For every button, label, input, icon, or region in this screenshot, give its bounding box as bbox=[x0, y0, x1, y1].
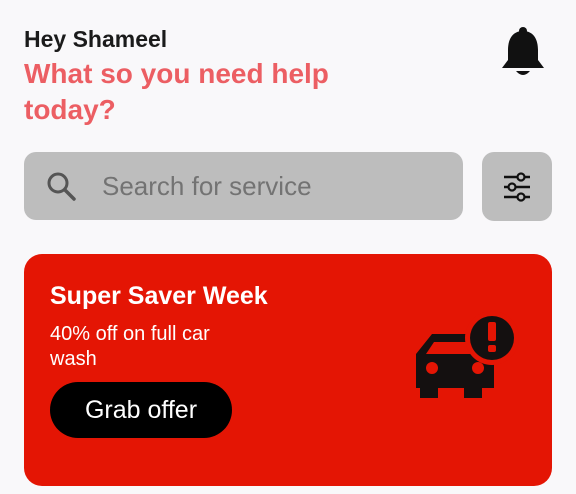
search-bar[interactable] bbox=[24, 152, 463, 220]
page-headline: What so you need help today? bbox=[24, 58, 329, 125]
greeting-text: Hey Shameel bbox=[24, 26, 168, 52]
promo-card: Super Saver Week 40% off on full car was… bbox=[24, 254, 552, 486]
car-alert-icon bbox=[416, 311, 519, 398]
filter-button[interactable] bbox=[482, 152, 552, 221]
bell-icon[interactable] bbox=[500, 26, 546, 78]
search-input[interactable] bbox=[102, 166, 442, 206]
search-icon bbox=[47, 172, 76, 201]
promo-description: 40% off on full car wash bbox=[50, 323, 210, 370]
sliders-icon bbox=[504, 171, 530, 202]
promo-title: Super Saver Week bbox=[50, 282, 268, 310]
home-screen: Hey Shameel What so you need help today?… bbox=[0, 0, 576, 494]
grab-offer-button[interactable]: Grab offer bbox=[50, 382, 232, 438]
